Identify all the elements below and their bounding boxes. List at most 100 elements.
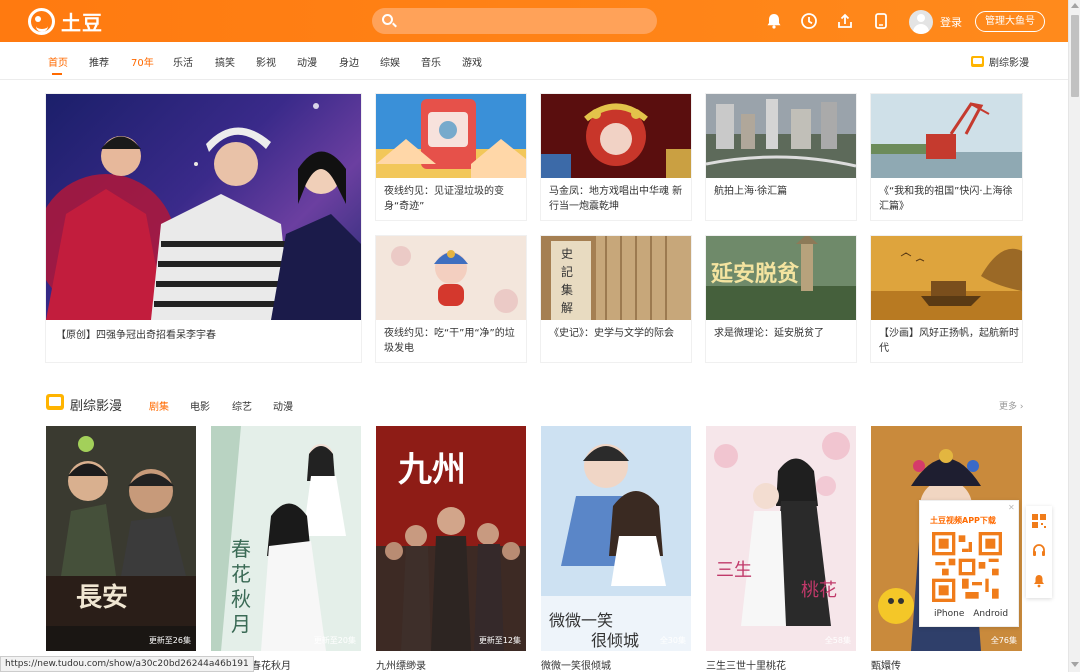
featured-card-thumbnail[interactable] xyxy=(376,94,526,178)
featured-card[interactable]: 《“我和我的祖国”快闪·上海徐汇篇》 xyxy=(871,94,1022,220)
featured-card[interactable]: 夜线约见：吃“干”用“净”的垃圾发电 xyxy=(376,236,526,362)
qr-code-icon[interactable] xyxy=(1032,514,1046,528)
svg-text:九州: 九州 xyxy=(398,450,466,490)
top-header: 土豆 登录 管理大鱼号 xyxy=(0,0,1068,42)
section-tab-anime[interactable]: 动漫 xyxy=(273,398,293,413)
featured-card[interactable]: 史記集解 《史记》：史学与文学的际会 xyxy=(541,236,691,362)
svg-text:長安: 長安 xyxy=(76,583,128,613)
featured-card-title[interactable]: 航拍上海·徐汇篇 xyxy=(714,184,854,214)
svg-text:記: 記 xyxy=(561,264,573,279)
svg-text:解: 解 xyxy=(561,301,573,315)
poster-title[interactable]: 微微一笑很倾城 xyxy=(541,657,611,672)
nav-item-anime[interactable]: 动漫 xyxy=(297,54,317,69)
svg-text:月: 月 xyxy=(231,612,251,636)
scroll-down-icon[interactable] xyxy=(1071,662,1079,667)
featured-card-thumbnail[interactable] xyxy=(541,94,691,178)
side-toolbar xyxy=(1026,506,1052,598)
svg-text:史: 史 xyxy=(561,247,573,261)
featured-big-thumbnail[interactable] xyxy=(46,94,361,320)
poster-card[interactable]: 春花秋月 更新至20集 鬓一部之春花秋月 xyxy=(211,426,361,672)
featured-card[interactable]: 【沙画】风好正扬帆，起航新时代 xyxy=(871,236,1022,362)
nav-drama-link[interactable]: 剧综影漫 xyxy=(971,54,1029,69)
featured-card[interactable]: 航拍上海·徐汇篇 xyxy=(706,94,856,220)
bell-icon[interactable] xyxy=(765,12,783,30)
featured-card[interactable]: 延安脱贫 求是微理论：延安脱贫了 xyxy=(706,236,856,362)
qr-code-icon xyxy=(932,532,1002,602)
featured-card-thumbnail[interactable] xyxy=(871,236,1022,320)
channel-nav: 首页 推荐 70年 乐活 搞笑 影视 动漫 身边 综娱 音乐 游戏 剧综影漫 xyxy=(0,42,1068,80)
poster-thumbnail[interactable]: 長安 更新至26集 xyxy=(46,426,196,651)
nav-item-funny[interactable]: 搞笑 xyxy=(215,54,235,69)
tudou-logo[interactable]: 土豆 xyxy=(28,7,103,35)
featured-card-title[interactable]: 夜线约见：见证湿垃圾的变身“奇迹” xyxy=(384,184,524,214)
nav-item-variety[interactable]: 综娱 xyxy=(380,54,400,69)
poster-thumbnail[interactable]: 九州 更新至12集 xyxy=(376,426,526,651)
search-input[interactable] xyxy=(400,11,650,31)
poster-card[interactable]: 微微一笑 很倾城 全30集 微微一笑很倾城 xyxy=(541,426,691,672)
poster-title[interactable]: 三生三世十里桃花 xyxy=(706,657,786,672)
featured-card-thumbnail[interactable] xyxy=(376,236,526,320)
poster-title[interactable]: 甄嬛传 xyxy=(871,657,901,672)
phone-icon[interactable] xyxy=(872,12,890,30)
poster-card[interactable]: 三生 桃花 全58集 三生三世十里桃花 xyxy=(706,426,856,672)
section-tab-drama[interactable]: 剧集 xyxy=(149,398,169,413)
nav-item-music[interactable]: 音乐 xyxy=(421,54,441,69)
close-icon[interactable]: ✕ xyxy=(1008,503,1015,512)
poster-thumbnail[interactable]: 三生 桃花 全58集 xyxy=(706,426,856,651)
section-tab-movie[interactable]: 电影 xyxy=(190,398,210,413)
manage-account-button[interactable]: 管理大鱼号 xyxy=(975,11,1045,32)
featured-big-title[interactable]: 【原创】四强争冠出奇招看呆李宇春 xyxy=(56,328,356,343)
poster-thumbnail[interactable]: 微微一笑 很倾城 全30集 xyxy=(541,426,691,651)
nav-drama-label: 剧综影漫 xyxy=(989,58,1029,69)
page-scrollbar[interactable] xyxy=(1068,0,1080,672)
drama-section-icon xyxy=(46,394,64,410)
featured-card-title[interactable]: 《“我和我的祖国”快闪·上海徐汇篇》 xyxy=(879,184,1019,214)
featured-card-title[interactable]: 马金凤：地方戏唱出中华魂 新行当一炮震乾坤 xyxy=(549,184,689,214)
headset-icon[interactable] xyxy=(1032,544,1046,558)
nav-item-lifestyle[interactable]: 乐活 xyxy=(173,54,193,69)
more-link[interactable]: 更多 › xyxy=(999,399,1023,412)
nav-item-70years[interactable]: 70年 xyxy=(131,54,154,69)
search-icon[interactable] xyxy=(382,14,393,25)
poster-badge: 更新至12集 xyxy=(478,636,521,645)
history-icon[interactable] xyxy=(800,12,818,30)
poster-badge: 全30集 xyxy=(659,636,686,645)
featured-card-title[interactable]: 【沙画】风好正扬帆，起航新时代 xyxy=(879,326,1019,356)
featured-card[interactable]: 马金凤：地方戏唱出中华魂 新行当一炮震乾坤 xyxy=(541,94,691,220)
featured-card-thumbnail[interactable] xyxy=(706,94,856,178)
upload-icon[interactable] xyxy=(836,12,854,30)
featured-card-thumbnail[interactable]: 史記集解 xyxy=(541,236,691,320)
nav-item-film[interactable]: 影视 xyxy=(256,54,276,69)
featured-card-thumbnail[interactable]: 延安脱贫 xyxy=(706,236,856,320)
featured-card-title[interactable]: 夜线约见：吃“干”用“净”的垃圾发电 xyxy=(384,326,524,356)
scroll-thumb[interactable] xyxy=(1071,15,1079,97)
scroll-up-icon[interactable] xyxy=(1071,3,1079,8)
poster-title[interactable]: 九州缥缈录 xyxy=(376,657,426,672)
avatar[interactable] xyxy=(909,10,933,34)
poster-card[interactable]: 長安 更新至26集 xyxy=(46,426,196,672)
poster-badge: 更新至26集 xyxy=(148,636,191,645)
featured-card[interactable]: 夜线约见：见证湿垃圾的变身“奇迹” xyxy=(376,94,526,220)
login-link[interactable]: 登录 xyxy=(940,14,962,30)
svg-text:秋: 秋 xyxy=(231,587,251,611)
featured-card-title[interactable]: 求是微理论：延安脱贫了 xyxy=(714,326,854,356)
poster-card[interactable]: 九州 更新至12集 九州缥缈录 xyxy=(376,426,526,672)
svg-text:桃花: 桃花 xyxy=(801,580,837,601)
tv-icon xyxy=(971,56,984,67)
search-box[interactable] xyxy=(372,8,657,34)
svg-text:春: 春 xyxy=(231,537,251,561)
featured-card-thumbnail[interactable] xyxy=(871,94,1022,178)
nav-item-nearby[interactable]: 身边 xyxy=(339,54,359,69)
featured-big-card[interactable]: 【原创】四强争冠出奇招看呆李宇春 xyxy=(46,94,361,362)
bell-icon[interactable] xyxy=(1032,574,1046,588)
nav-item-home[interactable]: 首页 xyxy=(48,54,68,75)
nav-item-recommend[interactable]: 推荐 xyxy=(89,54,109,69)
nav-item-games[interactable]: 游戏 xyxy=(462,54,482,69)
poster-thumbnail[interactable]: 春花秋月 更新至20集 xyxy=(211,426,361,651)
tudou-logo-icon xyxy=(28,7,55,35)
section-tab-variety[interactable]: 综艺 xyxy=(232,398,252,413)
featured-card-title[interactable]: 《史记》：史学与文学的际会 xyxy=(549,326,689,356)
logo-text: 土豆 xyxy=(61,10,103,35)
browser-status-url: https://new.tudou.com/show/a30c20bd26244… xyxy=(0,656,254,672)
poster-badge: 更新至20集 xyxy=(313,636,356,645)
